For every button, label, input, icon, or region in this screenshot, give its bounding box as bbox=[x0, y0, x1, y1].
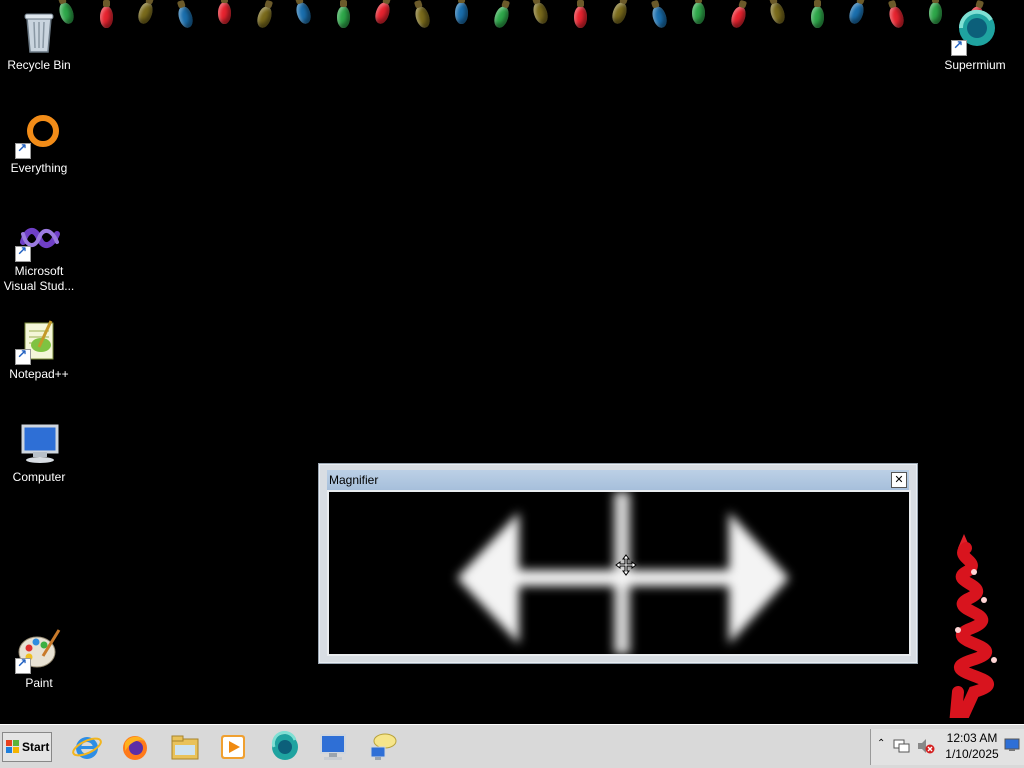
close-button[interactable]: ✕ bbox=[891, 472, 907, 488]
light-bulb bbox=[293, 0, 314, 26]
show-desktop-icon[interactable] bbox=[1004, 738, 1020, 752]
light-bulb bbox=[135, 0, 156, 26]
supermium-icon bbox=[271, 731, 298, 760]
light-bulb bbox=[728, 4, 748, 30]
clock-date[interactable]: 1/10/2025 bbox=[943, 747, 1001, 761]
light-bulb bbox=[810, 0, 824, 28]
firefox-icon bbox=[123, 736, 147, 760]
desktop-icon-label: Microsoft Visual Stud... bbox=[3, 264, 75, 293]
magnifier-window[interactable]: Magnifier ✕ bbox=[318, 463, 918, 664]
visual-studio-icon bbox=[15, 214, 63, 262]
light-bulb bbox=[573, 0, 587, 28]
shortcut-arrow-icon bbox=[15, 141, 31, 159]
recycle-bin-icon bbox=[15, 8, 63, 56]
light-bulb bbox=[692, 0, 705, 24]
clock-time[interactable]: 12:03 AM bbox=[945, 731, 999, 745]
desktop-icon-everything[interactable]: Everything bbox=[1, 111, 77, 176]
light-bulb bbox=[455, 0, 468, 24]
desktop-icon-label: Supermium bbox=[944, 58, 1006, 72]
desktop: Recycle Bin Everything Microsoft Visual … bbox=[0, 0, 1024, 724]
shortcut-arrow-icon bbox=[15, 244, 31, 262]
everything-icon bbox=[15, 111, 63, 159]
taskbar-firefox[interactable] bbox=[112, 729, 158, 765]
desktop-icon-supermium[interactable]: Supermium bbox=[937, 8, 1013, 73]
desktop-icon-recycle-bin[interactable]: Recycle Bin bbox=[1, 8, 77, 73]
light-bulb bbox=[609, 0, 630, 26]
shortcut-arrow-icon bbox=[15, 347, 31, 365]
computer-icon bbox=[15, 420, 63, 468]
system-tray: ⌃ 12:03 AM 1/10/2025 bbox=[870, 729, 1024, 765]
desktop-icon-label: Recycle Bin bbox=[7, 58, 71, 72]
desktop-icon-label: Paint bbox=[25, 676, 53, 690]
desktop-icon-paint[interactable]: Paint bbox=[1, 626, 77, 691]
light-bulb bbox=[767, 0, 788, 26]
network-icon[interactable] bbox=[893, 738, 911, 754]
taskbar-remote-desktop[interactable] bbox=[310, 729, 356, 765]
media-player-icon bbox=[221, 735, 245, 759]
light-bulb bbox=[99, 0, 113, 28]
light-bulb bbox=[491, 4, 511, 30]
show-hidden-icons-button[interactable]: ⌃ bbox=[877, 738, 885, 749]
taskbar-network-chat[interactable] bbox=[360, 729, 406, 765]
supermium-icon bbox=[951, 8, 999, 56]
magnifier-view bbox=[327, 490, 911, 656]
light-bulb bbox=[372, 0, 393, 26]
desktop-icon-label: Notepad++ bbox=[9, 367, 69, 381]
light-bulb bbox=[175, 4, 195, 30]
shortcut-arrow-icon bbox=[951, 38, 967, 56]
taskbar: Start ⌃ 12:03 AM 1/10/2025 bbox=[0, 724, 1024, 768]
paint-icon bbox=[15, 626, 63, 674]
move-cursor-icon bbox=[615, 554, 637, 576]
desktop-icon-label: Everything bbox=[10, 161, 68, 175]
christmas-tree-decoration bbox=[949, 534, 997, 718]
magnifier-title: Magnifier bbox=[329, 473, 379, 487]
desktop-icon-label: Computer bbox=[12, 470, 66, 484]
shortcut-arrow-icon bbox=[15, 656, 31, 674]
remote-desktop-icon bbox=[320, 734, 346, 760]
volume-muted-icon[interactable] bbox=[917, 738, 935, 754]
windows-logo-icon bbox=[6, 740, 19, 753]
taskbar-internet-explorer[interactable] bbox=[64, 729, 110, 765]
light-bulb bbox=[254, 4, 274, 30]
light-bulb bbox=[412, 4, 432, 30]
desktop-icon-visual-studio[interactable]: Microsoft Visual Stud... bbox=[1, 214, 77, 294]
taskbar-file-explorer[interactable] bbox=[162, 729, 208, 765]
start-button[interactable]: Start bbox=[2, 732, 52, 762]
internet-explorer-icon bbox=[72, 737, 102, 759]
string-lights-decoration bbox=[0, 0, 1024, 40]
notepad-plus-plus-icon bbox=[15, 317, 63, 365]
start-label: Start bbox=[22, 740, 50, 754]
light-bulb bbox=[846, 0, 867, 26]
taskbar-supermium[interactable] bbox=[262, 729, 308, 765]
file-explorer-icon bbox=[171, 735, 199, 760]
light-bulb bbox=[218, 0, 231, 24]
network-chat-icon bbox=[370, 733, 397, 760]
light-bulb bbox=[336, 0, 350, 28]
light-bulb bbox=[886, 4, 906, 30]
light-bulb bbox=[649, 4, 669, 30]
light-bulb bbox=[530, 0, 551, 26]
taskbar-media-player[interactable] bbox=[210, 729, 256, 765]
desktop-icon-notepad-plus-plus[interactable]: Notepad++ bbox=[1, 317, 77, 382]
magnifier-title-bar[interactable]: Magnifier ✕ bbox=[327, 470, 909, 490]
desktop-icon-computer[interactable]: Computer bbox=[1, 420, 77, 485]
